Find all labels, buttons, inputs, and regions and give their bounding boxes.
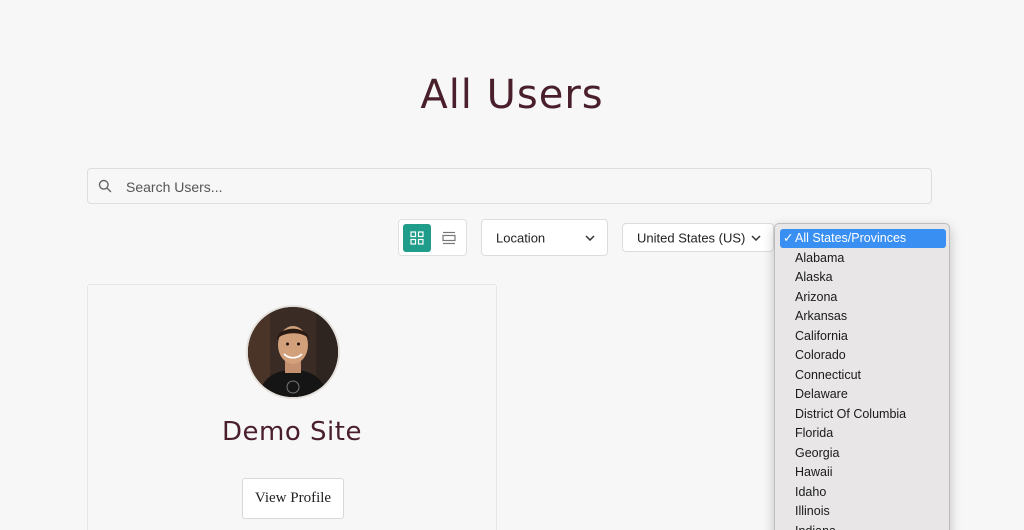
grid-view-button[interactable]: [403, 224, 431, 252]
chevron-down-icon: [751, 234, 761, 241]
states-option[interactable]: Illinois: [780, 502, 946, 521]
states-option[interactable]: Florida: [780, 424, 946, 443]
states-option[interactable]: District Of Columbia: [780, 405, 946, 424]
states-option-label: All States/Provinces: [795, 231, 907, 245]
states-option[interactable]: Georgia: [780, 444, 946, 463]
location-select[interactable]: Location: [481, 219, 608, 256]
country-select-label: United States (US): [637, 230, 746, 245]
states-option-label: Hawaii: [795, 465, 833, 479]
states-option-label: Georgia: [795, 445, 840, 460]
states-option-label: Colorado: [795, 348, 846, 362]
states-option-label: Alaska: [795, 270, 833, 284]
location-select-label: Location: [496, 230, 546, 245]
chevron-down-icon: [585, 234, 595, 241]
states-option[interactable]: Alaska: [780, 268, 946, 287]
states-option-label: Alabama: [795, 250, 845, 265]
states-option[interactable]: Alabama: [780, 249, 946, 268]
list-view-icon: [442, 231, 456, 245]
states-option[interactable]: California: [780, 327, 946, 346]
states-option-label: Arkansas: [795, 309, 848, 323]
states-option[interactable]: ✓ All States/Provinces: [780, 229, 946, 248]
avatar-image: [248, 307, 338, 397]
list-view-button[interactable]: [435, 224, 463, 252]
states-option-label: Indiana: [795, 524, 836, 530]
states-option-label: California: [795, 328, 848, 343]
view-profile-button[interactable]: View Profile: [242, 478, 344, 519]
states-option[interactable]: Idaho: [780, 483, 946, 502]
page-title: All Users: [420, 72, 604, 118]
states-option-label: Idaho: [795, 484, 827, 499]
states-option[interactable]: Delaware: [780, 385, 946, 404]
search-box[interactable]: [87, 168, 932, 205]
view-toggle: [398, 219, 467, 256]
states-option-label: Delaware: [795, 387, 848, 401]
states-option[interactable]: Indiana: [780, 522, 946, 530]
users-directory-page: All Users Location: [0, 0, 1024, 530]
country-select[interactable]: United States (US): [622, 223, 774, 252]
states-option-label: Connecticut: [795, 367, 862, 382]
states-option-label: Florida: [795, 426, 834, 440]
search-input[interactable]: [124, 169, 918, 205]
user-card: Demo Site View Profile: [87, 284, 497, 530]
states-option[interactable]: Arizona: [780, 288, 946, 307]
states-option[interactable]: Colorado: [780, 346, 946, 365]
states-option-label: Arizona: [795, 289, 838, 304]
search-icon: [98, 179, 112, 193]
states-option-label: Illinois: [795, 504, 830, 518]
grid-view-icon: [410, 231, 424, 245]
user-name: Demo Site: [222, 417, 362, 447]
states-option[interactable]: Connecticut: [780, 366, 946, 385]
states-option-label: District Of Columbia: [795, 406, 907, 421]
states-dropdown-list[interactable]: ✓ All States/Provinces Alabama Alaska Arizon…: [774, 223, 950, 530]
states-option[interactable]: Arkansas: [780, 307, 946, 326]
states-option[interactable]: Hawaii: [780, 463, 946, 482]
checkmark-icon: ✓: [783, 231, 794, 245]
avatar[interactable]: [246, 305, 340, 399]
